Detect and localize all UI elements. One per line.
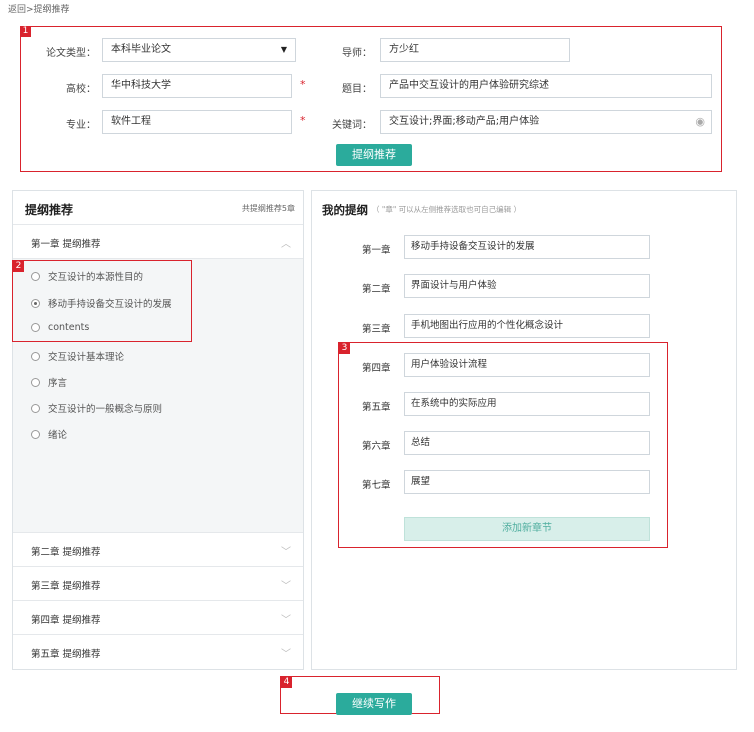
outline-chapter-input[interactable]: 界面设计与用户体验: [404, 274, 650, 298]
outline-chapter-label: 第二章: [362, 284, 391, 295]
chevron-up-icon[interactable]: ︿: [281, 235, 291, 250]
chevron-down-icon[interactable]: ﹀: [281, 611, 291, 626]
school-label: 高校：: [66, 84, 96, 95]
outline-chapter-label: 第一章: [362, 245, 391, 256]
chevron-down-icon[interactable]: ﹀: [281, 577, 291, 592]
chapter-2-accordion[interactable]: 第二章 提纲推荐 ﹀: [13, 533, 303, 567]
radio-icon[interactable]: [31, 429, 40, 439]
topic-label: 题目：: [342, 84, 372, 95]
chapter-1-label: 第一章 提纲推荐: [31, 239, 101, 250]
paper-type-label: 论文类型：: [46, 48, 96, 59]
option-label: 交互设计的一般概念与原则: [48, 404, 163, 415]
option-item[interactable]: 交互设计基本理论: [31, 349, 124, 363]
chapter-4-label: 第四章 提纲推荐: [31, 615, 101, 626]
radio-icon[interactable]: [31, 351, 40, 361]
option-item[interactable]: 绪论: [31, 427, 67, 441]
topic-value: 产品中交互设计的用户体验研究综述: [389, 80, 549, 91]
major-input[interactable]: 软件工程: [102, 110, 292, 134]
left-panel-header: 提纲推荐 共提纲推荐5章: [13, 191, 303, 225]
school-value: 华中科技大学: [111, 80, 171, 91]
option-label: 交互设计基本理论: [48, 352, 125, 363]
left-panel-title: 提纲推荐: [25, 203, 74, 217]
radio-icon[interactable]: [31, 403, 40, 413]
advisor-label: 导师：: [342, 48, 372, 59]
chapter-3-label: 第三章 提纲推荐: [31, 581, 101, 592]
chevron-down-icon[interactable]: ﹀: [281, 645, 291, 660]
chapter-1-accordion[interactable]: 第一章 提纲推荐 ︿: [13, 225, 303, 259]
option-label: 序言: [48, 378, 68, 389]
eye-icon[interactable]: ◉: [695, 111, 705, 133]
option-label: 绪论: [48, 430, 68, 441]
annotation-box-2: [12, 260, 192, 342]
keywords-label: 关键词：: [332, 120, 372, 131]
outline-chapter-input[interactable]: 移动手持设备交互设计的发展: [404, 235, 650, 259]
annotation-tag-3: 3: [339, 343, 350, 354]
chapter-5-accordion[interactable]: 第五章 提纲推荐 ﹀: [13, 635, 303, 669]
annotation-box-3: [338, 342, 668, 548]
outline-chapter-label: 第三章: [362, 324, 391, 335]
school-input[interactable]: 华中科技大学: [102, 74, 292, 98]
chapter-5-label: 第五章 提纲推荐: [31, 649, 101, 660]
keywords-value: 交互设计;界面;移动产品;用户体验: [389, 116, 540, 127]
paper-type-select[interactable]: 本科毕业论文: [102, 38, 296, 62]
chapter-2-label: 第二章 提纲推荐: [31, 547, 101, 558]
continue-writing-button[interactable]: 继续写作: [336, 693, 412, 715]
advisor-input[interactable]: 方少红: [380, 38, 570, 62]
outline-recommend-button[interactable]: 提纲推荐: [336, 144, 412, 166]
right-panel-title: 我的提纲: [322, 203, 368, 217]
option-item[interactable]: 序言: [31, 375, 67, 389]
annotation-tag-2: 2: [13, 261, 24, 272]
option-item[interactable]: 交互设计的一般概念与原则: [31, 401, 162, 415]
radio-icon[interactable]: [31, 377, 40, 387]
chapter-4-accordion[interactable]: 第四章 提纲推荐 ﹀: [13, 601, 303, 635]
chevron-down-icon[interactable]: ﹀: [281, 543, 291, 558]
annotation-tag-1: 1: [20, 26, 31, 37]
topic-input[interactable]: 产品中交互设计的用户体验研究综述: [380, 74, 712, 98]
major-required-mark: *: [300, 114, 306, 127]
keywords-input[interactable]: 交互设计;界面;移动产品;用户体验 ◉: [380, 110, 712, 134]
paper-type-value: 本科毕业论文: [111, 44, 171, 55]
right-panel-hint: （ "章" 可以从左侧推荐选取也可自己编辑 ）: [372, 205, 522, 214]
outline-chapter-input[interactable]: 手机地图出行应用的个性化概念设计: [404, 314, 650, 338]
school-required-mark: *: [300, 78, 306, 91]
major-value: 软件工程: [111, 116, 151, 127]
chapter-3-accordion[interactable]: 第三章 提纲推荐 ﹀: [13, 567, 303, 601]
breadcrumb[interactable]: 返回>提纲推荐: [8, 2, 70, 15]
advisor-value: 方少红: [389, 44, 419, 55]
annotation-tag-4: 4: [281, 677, 292, 688]
major-label: 专业：: [66, 120, 96, 131]
chapter-count: 共提纲推荐5章: [241, 204, 295, 213]
